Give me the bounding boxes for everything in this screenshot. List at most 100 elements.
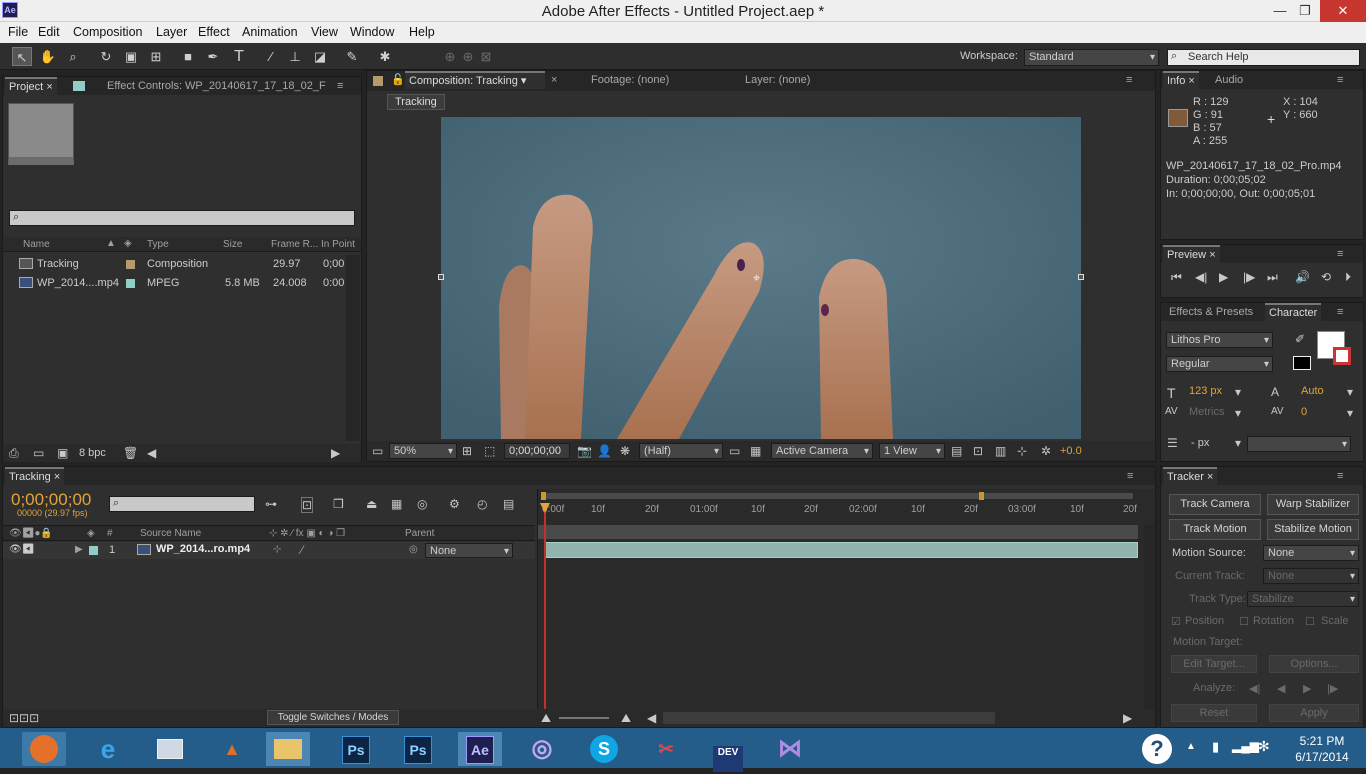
battery-icon[interactable]: ▮ xyxy=(1212,739,1219,755)
comp-mini-flowchart-icon[interactable]: ⊶ xyxy=(265,497,277,511)
scroll-left-icon[interactable]: ◀ xyxy=(647,711,656,725)
tab-footage[interactable]: Footage: (none) xyxy=(587,71,673,89)
photoshop-icon[interactable]: Ps xyxy=(334,732,378,766)
zoom-slider[interactable] xyxy=(559,717,609,719)
brainstorm-icon[interactable]: ⚙ xyxy=(449,497,460,511)
close-icon[interactable]: × xyxy=(46,81,52,93)
stroke-color-swatch[interactable] xyxy=(1333,347,1351,365)
ram-preview-icon[interactable]: ⏵ xyxy=(1345,270,1351,285)
stroke-order-dropdown[interactable] xyxy=(1247,436,1351,452)
tab-layer[interactable]: Layer: (none) xyxy=(741,71,814,89)
tracking-value[interactable]: 0 xyxy=(1301,406,1307,418)
tab-effect-controls[interactable]: Effect Controls: WP_20140617_17_18_02_F xyxy=(103,77,330,95)
play-icon[interactable]: ▶ xyxy=(1219,270,1228,284)
panel-menu-icon[interactable]: ≡ xyxy=(1122,71,1136,89)
analyze-back-icon[interactable]: ◀ xyxy=(1277,682,1285,695)
skype-icon[interactable]: S xyxy=(582,732,626,766)
tab-effects-presets[interactable]: Effects & Presets xyxy=(1165,303,1257,321)
motion-source-dropdown[interactable]: None xyxy=(1263,545,1359,561)
panel-menu-icon[interactable]: ≡ xyxy=(1333,245,1347,263)
label-col-icon[interactable]: ◈ xyxy=(124,238,132,249)
project-scrollbar[interactable] xyxy=(346,255,360,441)
menu-layer[interactable]: Layer xyxy=(156,25,187,39)
av-features-icon[interactable]: 👁◀●🔒 xyxy=(9,528,53,539)
menu-window[interactable]: Window xyxy=(350,25,394,39)
analyze-forward-icon[interactable]: ▶ xyxy=(1303,682,1311,695)
kerning-value[interactable]: Metrics xyxy=(1189,406,1224,418)
exposure-value[interactable]: +0.0 xyxy=(1060,445,1082,457)
col-frame-rate[interactable]: Frame R... xyxy=(271,239,318,250)
project-search-input[interactable] xyxy=(9,210,355,226)
warp-stabilizer-button[interactable]: Warp Stabilizer xyxy=(1267,494,1359,515)
comp-canvas[interactable] xyxy=(441,117,1081,439)
rectangle-tool-icon[interactable]: ■ xyxy=(178,47,198,66)
black-swatch[interactable] xyxy=(1293,356,1311,370)
tab-project[interactable]: Project × xyxy=(5,77,57,95)
firefox-icon[interactable] xyxy=(22,732,66,766)
zoom-dropdown[interactable]: 50% xyxy=(389,443,457,459)
leading-value[interactable]: Auto xyxy=(1301,385,1324,397)
table-row[interactable]: Tracking Composition 29.97 0;00 xyxy=(3,255,345,273)
visibility-icon[interactable]: 👁◀ xyxy=(9,544,34,555)
left-handle[interactable] xyxy=(438,274,444,280)
edit-target-button[interactable]: Edit Target... xyxy=(1171,655,1257,673)
stroke-width-value[interactable]: - px xyxy=(1191,437,1209,449)
workspace-dropdown[interactable]: Standard xyxy=(1024,49,1159,66)
parent-dropdown[interactable]: None xyxy=(425,543,513,559)
camera-dropdown[interactable]: Active Camera xyxy=(771,443,873,459)
timeline-graph-area[interactable]: 0:00f 10f 20f 01:00f 10f 20f 02:00f 10f … xyxy=(537,489,1155,725)
scale-checkbox-icon[interactable]: ☐ xyxy=(1305,615,1315,628)
menu-file[interactable]: File xyxy=(8,25,28,39)
loop-icon[interactable]: ⟲ xyxy=(1321,270,1331,284)
current-time-indicator[interactable] xyxy=(544,503,546,721)
panel-menu-icon[interactable]: ≡ xyxy=(333,77,347,95)
tab-tracker[interactable]: Tracker × xyxy=(1163,467,1218,485)
graph-editor-icon[interactable]: ▤ xyxy=(503,497,514,511)
exposure-icon[interactable]: ✲ xyxy=(1041,444,1051,458)
pen-tool-icon[interactable]: ✒ xyxy=(203,47,223,66)
quality-icon[interactable]: ⁄ xyxy=(301,543,303,557)
eyedropper-icon[interactable]: ✐ xyxy=(1295,332,1305,346)
menu-composition[interactable]: Composition xyxy=(73,25,142,39)
timecode-field[interactable]: 0;00;00;00 xyxy=(504,443,570,459)
col-name[interactable]: Name xyxy=(23,239,50,250)
timeline-timecode[interactable]: 0;00;00;00 xyxy=(11,490,91,510)
hand-tool-icon[interactable]: ✋ xyxy=(38,47,58,66)
transparency-grid-icon[interactable]: ▦ xyxy=(750,444,761,458)
screenshot-icon[interactable] xyxy=(148,732,192,766)
work-area-end-handle[interactable] xyxy=(979,492,984,500)
stabilize-motion-button[interactable]: Stabilize Motion xyxy=(1267,519,1359,540)
selection-tool-icon[interactable]: ↖ xyxy=(12,47,32,66)
clone-stamp-tool-icon[interactable]: ⊥ xyxy=(285,47,305,66)
chevron-down-icon[interactable]: ▾ xyxy=(1235,406,1241,420)
audio-icon[interactable]: 🔊 xyxy=(1295,270,1310,284)
new-folder-icon[interactable]: ▭ xyxy=(33,446,44,460)
roto-brush-tool-icon[interactable]: ✎ xyxy=(342,47,362,66)
show-snapshot-icon[interactable]: 👤 xyxy=(597,444,612,458)
layer-switches-icon[interactable]: ⊡⊡⊡ xyxy=(9,711,39,725)
chevron-down-icon[interactable]: ▾ xyxy=(1235,436,1241,450)
layer-name[interactable]: WP_2014...ro.mp4 xyxy=(156,543,250,555)
puppet-pin-tool-icon[interactable]: ✱ xyxy=(375,47,395,66)
previous-frame-icon[interactable]: ◀| xyxy=(1195,270,1207,284)
work-area-start-handle[interactable] xyxy=(541,492,546,500)
panel-menu-icon[interactable]: ≡ xyxy=(1333,71,1347,89)
chevron-down-icon[interactable]: ▾ xyxy=(1235,385,1241,399)
track-camera-button[interactable]: Track Camera xyxy=(1169,494,1261,515)
close-icon[interactable]: × xyxy=(1207,471,1213,483)
axis-world-icon[interactable]: ⊕ xyxy=(458,47,478,66)
brush-tool-icon[interactable]: ⁄ xyxy=(261,47,281,66)
frame-blending-icon[interactable]: ▦ xyxy=(391,497,402,511)
interpret-footage-icon[interactable]: ⎙ xyxy=(9,446,19,461)
tab-composition[interactable]: Composition: Tracking ▾ xyxy=(405,71,545,89)
search-help-input[interactable]: Search Help xyxy=(1167,49,1360,66)
apply-button[interactable]: Apply xyxy=(1269,704,1359,722)
fast-preview-icon[interactable]: ⊡ xyxy=(973,444,983,458)
flowchart-icon[interactable]: ⊹ xyxy=(1017,444,1027,458)
signal-icon[interactable]: ▂▄▆ xyxy=(1232,739,1259,753)
auto-keyframe-icon[interactable]: ◴ xyxy=(477,497,487,511)
live-update-icon[interactable]: ⊡ xyxy=(301,497,314,513)
after-effects-icon[interactable]: Ae xyxy=(458,732,502,766)
tab-info[interactable]: Info × xyxy=(1163,71,1199,89)
layer-duration-bar[interactable] xyxy=(544,542,1138,558)
